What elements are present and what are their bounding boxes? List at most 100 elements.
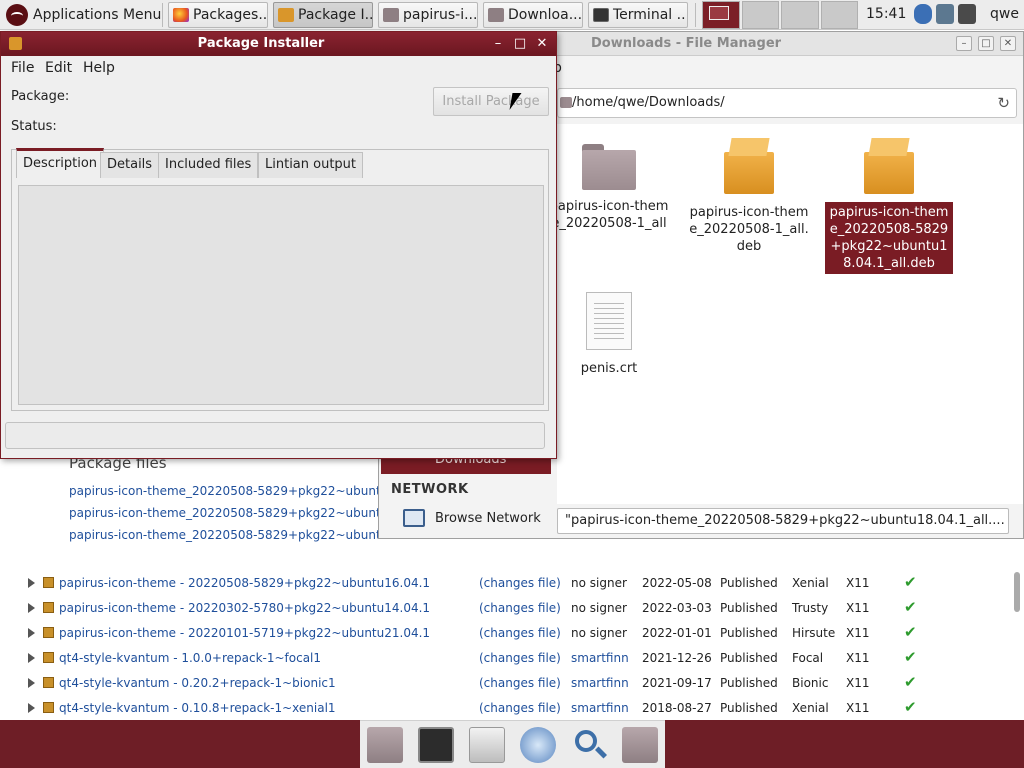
tab-container: Description Details Included files Linti… [11, 148, 549, 411]
tab-description[interactable]: Description [16, 148, 105, 178]
tab-included-files[interactable]: Included files [158, 152, 259, 178]
search-icon[interactable] [571, 727, 607, 763]
distro-logo-icon [6, 4, 28, 26]
tab-details[interactable]: Details [100, 152, 160, 178]
workspace-2[interactable] [741, 1, 779, 29]
page-scrollbar[interactable] [1014, 572, 1020, 612]
package-name-link[interactable]: papirus-icon-theme - 20220101-5719+pkg22… [59, 626, 430, 640]
status: Published [720, 601, 778, 615]
maximize-button[interactable]: □ [978, 36, 994, 51]
file-item[interactable]: papirus-icon-theme_20220508-1_all [545, 144, 673, 234]
series: Trusty [792, 601, 829, 615]
signer-link[interactable]: smartfinn [571, 701, 629, 715]
file-name: penis.crt [580, 361, 638, 376]
package-icon [43, 702, 54, 713]
taskbar-item-terminal[interactable]: Terminal ... [588, 2, 688, 28]
close-button[interactable]: ✕ [534, 35, 550, 52]
package-name-link[interactable]: qt4-style-kvantum - 0.10.8+repack-1~xeni… [59, 701, 336, 715]
folder-icon [488, 8, 504, 22]
table-row: papirus-icon-theme - 20220508-5829+pkg22… [0, 571, 1024, 596]
date: 2022-03-03 [642, 601, 712, 615]
display-icon[interactable] [958, 4, 976, 24]
signer: no signer [571, 576, 627, 590]
status: Published [720, 626, 778, 640]
install-package-button[interactable]: Install Package [433, 87, 549, 116]
taskbar-item-packages[interactable]: Packages... [168, 2, 268, 28]
menu-edit[interactable]: Edit [45, 60, 72, 76]
expand-triangle-icon[interactable] [28, 703, 35, 713]
taskbar-item-papirus[interactable]: papirus-i... [378, 2, 478, 28]
reload-icon[interactable]: ↻ [997, 94, 1010, 112]
taskbar-item-label: Terminal ... [613, 7, 688, 23]
minimize-button[interactable]: – [490, 35, 506, 52]
file-item[interactable]: penis.crt [545, 292, 673, 379]
signer-link[interactable]: smartfinn [571, 676, 629, 690]
package-name-link[interactable]: papirus-icon-theme - 20220508-5829+pkg22… [59, 576, 430, 590]
tab-lintian-output[interactable]: Lintian output [258, 152, 364, 178]
package-icon [722, 138, 776, 196]
expand-triangle-icon[interactable] [28, 628, 35, 638]
date: 2022-01-01 [642, 626, 712, 640]
package-file-link[interactable]: papirus-icon-theme_20220508-5829+pkg22~u… [69, 528, 423, 542]
changes-file-link[interactable]: (changes file) [479, 701, 561, 715]
network-manager-icon[interactable] [936, 4, 954, 24]
signer-link[interactable]: smartfinn [571, 651, 629, 665]
package-name-link[interactable]: papirus-icon-theme - 20220302-5780+pkg22… [59, 601, 430, 615]
changes-file-link[interactable]: (changes file) [479, 626, 561, 640]
file-item[interactable]: papirus-icon-theme_20220508-1_all.deb [685, 138, 813, 257]
workspace-3[interactable] [781, 1, 819, 29]
workspace-4[interactable] [820, 1, 858, 29]
file-view[interactable]: papirus-icon-theme_20220508-1_all papiru… [550, 124, 1023, 504]
folder-icon[interactable] [621, 726, 658, 763]
taskbar-item-downloads[interactable]: Downloa... [483, 2, 583, 28]
show-desktop-icon[interactable] [367, 726, 404, 763]
package-icon [43, 602, 54, 613]
sidebar-item-browse-network[interactable]: Browse Network [435, 511, 541, 526]
package-name-link[interactable]: qt4-style-kvantum - 0.20.2+repack-1~bion… [59, 676, 336, 690]
file-name: papirus-icon-theme_20220508-1_all [549, 199, 669, 231]
web-browser-icon[interactable] [519, 726, 556, 763]
series: Hirsute [792, 626, 836, 640]
menu-help[interactable]: Help [83, 60, 115, 76]
workspace-switcher[interactable] [702, 1, 858, 29]
package-name-link[interactable]: qt4-style-kvantum - 1.0.0+repack-1~focal… [59, 651, 321, 665]
changes-file-link[interactable]: (changes file) [479, 676, 561, 690]
arch: X11 [846, 701, 870, 715]
location-path[interactable]: /home/qwe/Downloads/ [572, 95, 725, 110]
expand-triangle-icon[interactable] [28, 678, 35, 688]
changes-file-link[interactable]: (changes file) [479, 601, 561, 615]
expand-triangle-icon[interactable] [28, 578, 35, 588]
package-file-link[interactable]: papirus-icon-theme_20220508-5829+pkg22~u… [69, 484, 423, 498]
menu-file[interactable]: File [11, 60, 34, 76]
bluetooth-icon[interactable] [914, 4, 932, 24]
file-item-selected[interactable]: papirus-icon-theme_20220508-5829+pkg22~u… [825, 138, 953, 274]
terminal-icon[interactable] [418, 726, 455, 763]
taskbar-item-label: Downloa... [508, 7, 583, 23]
pi-titlebar[interactable]: Package Installer – □ ✕ [1, 32, 556, 56]
package-installer-window: Package Installer – □ ✕ File Edit Help P… [0, 31, 557, 459]
description-pane[interactable] [18, 185, 544, 405]
folder-icon [582, 144, 636, 190]
check-icon: ✔ [904, 648, 917, 666]
file-cabinet-icon[interactable] [469, 726, 506, 763]
clock[interactable]: 15:41 [866, 6, 906, 22]
package-file-link[interactable]: papirus-icon-theme_20220508-5829+pkg22~u… [69, 506, 423, 520]
workspace-1[interactable] [702, 1, 740, 29]
network-icon [403, 509, 425, 527]
expand-triangle-icon[interactable] [28, 653, 35, 663]
minimize-button[interactable]: – [956, 36, 972, 51]
user-menu[interactable]: qwe [990, 6, 1019, 22]
location-bar[interactable]: /home/qwe/Downloads/ ↻ [557, 88, 1017, 118]
changes-file-link[interactable]: (changes file) [479, 651, 561, 665]
status-text: "papirus-icon-theme_20220508-5829+pkg22~… [565, 513, 1005, 528]
firefox-icon [173, 8, 189, 22]
document-icon [586, 292, 632, 350]
applications-menu-button[interactable]: Applications Menu [2, 2, 165, 28]
expand-triangle-icon[interactable] [28, 603, 35, 613]
maximize-button[interactable]: □ [512, 35, 528, 52]
system-tray [914, 4, 976, 24]
changes-file-link[interactable]: (changes file) [479, 576, 561, 590]
close-button[interactable]: ✕ [1000, 36, 1016, 51]
taskbar-item-package-installer[interactable]: Package I... [273, 2, 373, 28]
status-bar: "papirus-icon-theme_20220508-5829+pkg22~… [557, 508, 1009, 534]
